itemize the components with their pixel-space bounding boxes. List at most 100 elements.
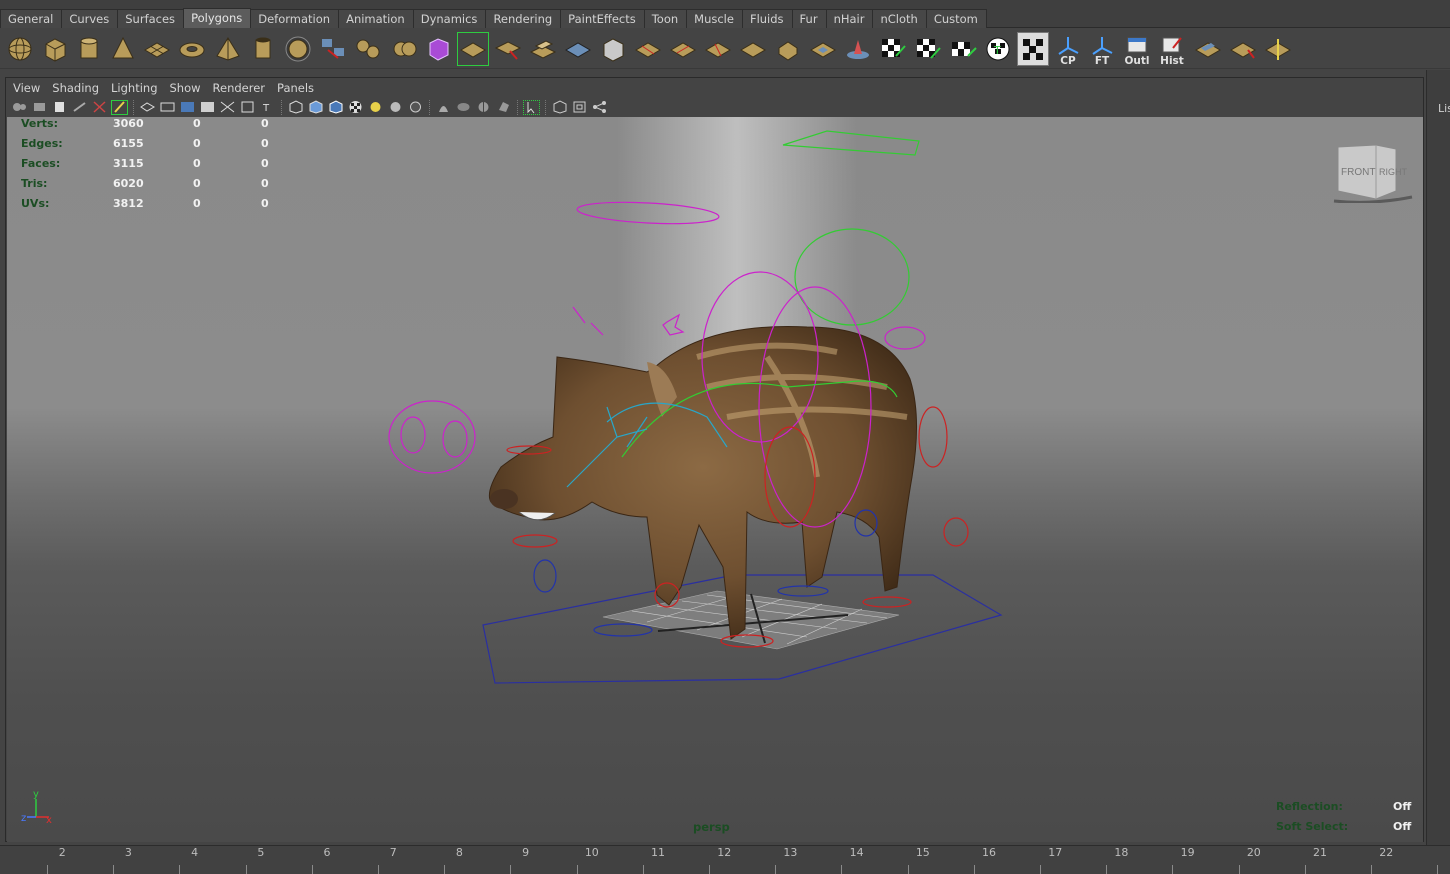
separate-icon[interactable] bbox=[352, 32, 384, 66]
use-all-lights-icon[interactable] bbox=[367, 100, 384, 115]
select-tool-panel-icon[interactable] bbox=[523, 99, 540, 115]
split-polygon-icon[interactable] bbox=[632, 32, 664, 66]
hud-stat-v1: 3060 bbox=[113, 117, 144, 130]
field-chart-icon[interactable] bbox=[219, 100, 236, 115]
poly-pyramid-icon[interactable] bbox=[212, 32, 244, 66]
shelf-tab-painteffects[interactable]: PaintEffects bbox=[560, 9, 645, 28]
shelf-tab-general[interactable]: General bbox=[0, 9, 63, 28]
panel-menu-lighting[interactable]: Lighting bbox=[111, 81, 157, 95]
history-button[interactable]: Hist bbox=[1156, 32, 1188, 67]
ft-button[interactable]: FT bbox=[1086, 32, 1118, 67]
frame-all-icon[interactable] bbox=[571, 100, 588, 115]
timeline-frame-number: 3 bbox=[124, 846, 132, 859]
poly-sphere-icon[interactable] bbox=[4, 32, 36, 66]
2d-pan-zoom-icon[interactable] bbox=[91, 100, 108, 115]
image-plane-icon[interactable] bbox=[71, 100, 88, 115]
shelf-tab-animation[interactable]: Animation bbox=[338, 9, 414, 28]
poly-pipe-icon[interactable] bbox=[247, 32, 279, 66]
timeline-frame-number: 22 bbox=[1379, 846, 1394, 859]
camera-cube-icon[interactable] bbox=[551, 100, 568, 115]
high-quality-icon[interactable] bbox=[407, 100, 424, 115]
poly-plane-icon[interactable] bbox=[141, 32, 173, 66]
xray-joints-icon[interactable] bbox=[475, 100, 492, 115]
select-tool-icon[interactable] bbox=[1227, 32, 1259, 66]
timeline-tick bbox=[311, 865, 313, 874]
safe-action-icon[interactable] bbox=[239, 100, 256, 115]
resolution-gate-icon[interactable] bbox=[179, 100, 196, 115]
mirror-geometry-icon[interactable] bbox=[457, 32, 489, 66]
isolate-select-icon[interactable] bbox=[435, 100, 452, 115]
shelf-tab-nhair[interactable]: nHair bbox=[825, 9, 874, 28]
boolean-icon[interactable] bbox=[389, 32, 421, 66]
shelf-tab-ncloth[interactable]: nCloth bbox=[872, 9, 927, 28]
shelf-tab-muscle[interactable]: Muscle bbox=[686, 9, 743, 28]
grease-pencil-icon[interactable] bbox=[111, 99, 128, 115]
panel-menu-shading[interactable]: Shading bbox=[52, 81, 99, 95]
poly-cube-icon[interactable] bbox=[39, 32, 71, 66]
shelf-tab-curves[interactable]: Curves bbox=[61, 9, 119, 28]
hud-stat-v3: 0 bbox=[261, 137, 269, 150]
panel-menu-renderer[interactable]: Renderer bbox=[213, 81, 266, 95]
shelf-tab-custom[interactable]: Custom bbox=[925, 9, 987, 28]
select-camera-icon[interactable] bbox=[11, 100, 28, 115]
poly-cone-icon[interactable] bbox=[107, 32, 139, 66]
bevel-icon[interactable] bbox=[772, 32, 804, 66]
insert-edge-loop-icon[interactable] bbox=[667, 32, 699, 66]
duplicate-face-icon[interactable] bbox=[807, 32, 839, 66]
shelf-tab-toon[interactable]: Toon bbox=[643, 9, 688, 28]
bridge-icon[interactable] bbox=[527, 32, 559, 66]
offset-edge-loop-icon[interactable] bbox=[702, 32, 734, 66]
shelf-tab-rendering[interactable]: Rendering bbox=[485, 9, 562, 28]
safe-title-icon[interactable]: T bbox=[259, 100, 276, 115]
camera-attributes-icon[interactable] bbox=[31, 100, 48, 115]
smooth-shade-icon[interactable] bbox=[307, 100, 324, 115]
shelf-tab-deformation[interactable]: Deformation bbox=[250, 9, 340, 28]
shadows-icon[interactable] bbox=[387, 100, 404, 115]
smooth-proxy-icon[interactable] bbox=[423, 32, 455, 66]
share-icon[interactable] bbox=[591, 100, 608, 115]
snap-icon[interactable] bbox=[1262, 32, 1294, 66]
fill-hole-icon[interactable] bbox=[597, 32, 629, 66]
xray-components-icon[interactable] bbox=[495, 100, 512, 115]
timeline-tick bbox=[841, 865, 843, 874]
uv-editor-icon[interactable] bbox=[1017, 32, 1049, 66]
gate-mask-icon[interactable] bbox=[199, 100, 216, 115]
view-cube[interactable]: FRONT RIGHT bbox=[1332, 141, 1414, 203]
shelf-tab-dynamics[interactable]: Dynamics bbox=[412, 9, 487, 28]
xray-icon[interactable] bbox=[455, 100, 472, 115]
combine-icon[interactable] bbox=[317, 32, 349, 66]
extrude-icon[interactable] bbox=[492, 32, 524, 66]
outliner-button[interactable]: Outl bbox=[1121, 32, 1153, 67]
time-slider[interactable]: 2 3 4 5 6 7 8 9 10 11 12 13 14 15 16 17 18 19 20 21 22 bbox=[0, 845, 1450, 874]
grid-icon[interactable] bbox=[139, 100, 156, 115]
bookmarks-icon[interactable] bbox=[51, 100, 68, 115]
shelf-tab-fur[interactable]: Fur bbox=[791, 9, 827, 28]
merge-vertex-icon[interactable] bbox=[737, 32, 769, 66]
sculpt-icon[interactable] bbox=[842, 32, 874, 66]
shelf-tab-polygons[interactable]: Polygons bbox=[183, 8, 252, 28]
poly-cylinder-icon[interactable] bbox=[73, 32, 105, 66]
cp-button[interactable]: CP bbox=[1052, 32, 1084, 67]
textured-icon[interactable] bbox=[347, 100, 364, 115]
uv-spherical-icon[interactable]: T bbox=[982, 32, 1014, 66]
uv-checker-icon[interactable] bbox=[877, 32, 909, 66]
film-gate-icon[interactable] bbox=[159, 100, 176, 115]
uv-cylindrical-icon[interactable] bbox=[947, 32, 979, 66]
poly-torus-icon[interactable] bbox=[176, 32, 208, 66]
shelf-tab-surfaces[interactable]: Surfaces bbox=[117, 9, 185, 28]
uv-layout-icon[interactable] bbox=[1192, 32, 1224, 66]
modeling-panel: View Shading Lighting Show Renderer Panels T bbox=[5, 77, 1424, 842]
uv-planar-icon[interactable] bbox=[912, 32, 944, 66]
panel-menu-panels[interactable]: Panels bbox=[277, 81, 314, 95]
panel-menu-show[interactable]: Show bbox=[170, 81, 201, 95]
wireframe-icon[interactable] bbox=[287, 100, 304, 115]
hud-stat-row: Tris: 6020 0 0 bbox=[21, 177, 281, 193]
3d-viewport[interactable]: Verts: 3060 0 0 Edges: 6155 0 0 Faces: 3115 0 0 Tris… bbox=[7, 117, 1423, 842]
channel-box-strip[interactable]: Lis bbox=[1426, 70, 1450, 845]
timeline-frame-number: 5 bbox=[257, 846, 265, 859]
wireframe-on-shaded-icon[interactable] bbox=[327, 100, 344, 115]
append-polygon-icon[interactable] bbox=[562, 32, 594, 66]
shelf-tab-fluids[interactable]: Fluids bbox=[741, 9, 793, 28]
panel-menu-view[interactable]: View bbox=[13, 81, 40, 95]
poly-soccer-ball-icon[interactable] bbox=[282, 32, 314, 66]
